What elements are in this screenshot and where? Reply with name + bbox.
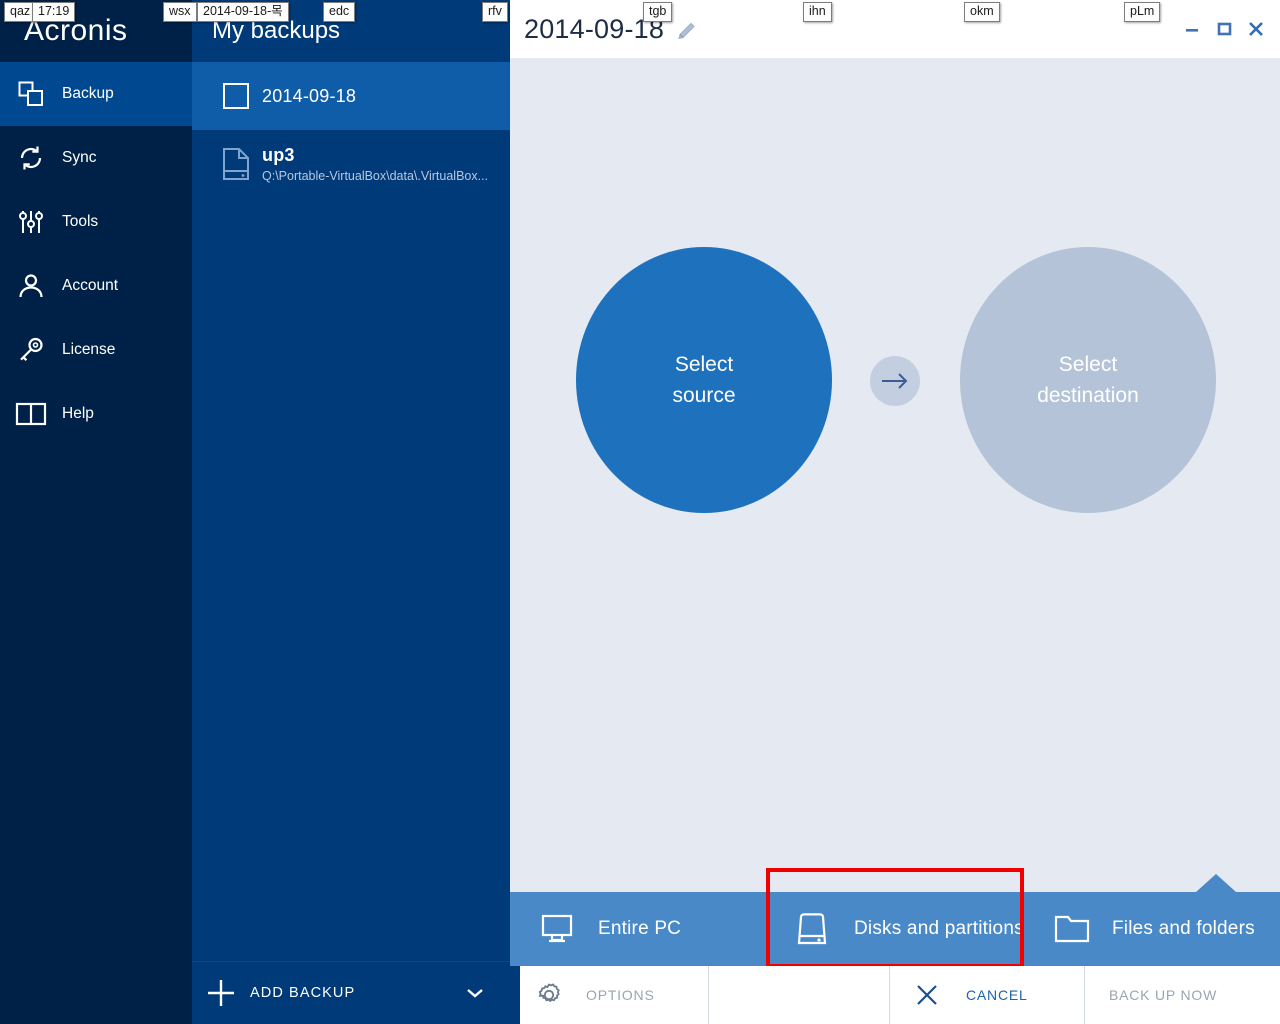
backup-list-panel: My backups 2014-09-18 up3 Q:\Portable-Vi…	[192, 0, 510, 1024]
list-item[interactable]: 2014-09-18	[192, 62, 510, 130]
add-backup-button[interactable]: ADD BACKUP	[192, 961, 510, 1024]
add-backup-label: ADD BACKUP	[250, 985, 356, 1001]
sidebar-item-label: Account	[62, 277, 119, 294]
list-item-title: up3	[262, 145, 295, 165]
window-controls	[1176, 0, 1272, 58]
list-item[interactable]: up3 Q:\Portable-VirtualBox\data\.Virtual…	[192, 130, 510, 198]
select-source-circle[interactable]: Select source	[576, 247, 832, 513]
sidebar-item-help[interactable]: Help	[0, 382, 192, 446]
backup-stage: Select source Select destination	[510, 58, 1280, 904]
overlay-tag: tgb	[643, 2, 673, 22]
close-icon[interactable]	[1240, 14, 1272, 44]
source-toolbar: Entire PC Disks and partitions Files and…	[510, 892, 1280, 966]
backup-list: 2014-09-18 up3 Q:\Portable-VirtualBox\da…	[192, 62, 510, 198]
cancel-label: CANCEL	[966, 987, 1028, 1003]
source-option-label: Entire PC	[598, 918, 682, 939]
gear-icon	[534, 980, 586, 1010]
content-area: 2014-09-18 Select source Select destinat…	[510, 0, 1280, 1024]
sidebar-item-tools[interactable]: Tools	[0, 190, 192, 254]
sidebar-item-account[interactable]: Account	[0, 254, 192, 318]
options-label: OPTIONS	[586, 987, 655, 1003]
document-icon	[210, 147, 262, 181]
acronis-window: Acronis Backup Sync Tools Account Licens…	[0, 0, 1280, 1024]
back-up-now-button[interactable]: BACK UP NOW	[1085, 966, 1280, 1024]
arrow-right-icon	[870, 356, 920, 406]
select-destination-line1: Select	[1058, 353, 1118, 376]
folder-icon	[1054, 914, 1112, 944]
left-nav: Acronis Backup Sync Tools Account Licens…	[0, 0, 192, 1024]
sidebar-item-label: Sync	[62, 149, 97, 166]
overlay-tag: ihn	[803, 2, 832, 22]
content-header: 2014-09-18	[510, 0, 1280, 58]
account-icon	[0, 271, 62, 301]
maximize-icon[interactable]	[1208, 14, 1240, 44]
backup-icon	[0, 80, 62, 108]
select-destination-line2: destination	[1037, 384, 1139, 407]
sidebar-item-label: Tools	[62, 213, 99, 230]
source-option-disks-and-partitions[interactable]: Disks and partitions	[766, 892, 1024, 966]
sidebar-item-label: License	[62, 341, 116, 358]
hard-disk-icon	[796, 911, 854, 947]
select-destination-circle[interactable]: Select destination	[960, 247, 1216, 513]
back-up-now-label: BACK UP NOW	[1109, 987, 1218, 1003]
sidebar-item-sync[interactable]: Sync	[0, 126, 192, 190]
overlay-tag: wsx	[163, 2, 197, 22]
source-option-label: Files and folders	[1112, 918, 1255, 939]
page-title: 2014-09-18	[524, 13, 665, 44]
sidebar-item-label: Help	[62, 405, 94, 422]
source-option-entire-pc[interactable]: Entire PC	[510, 892, 766, 966]
sidebar-item-license[interactable]: License	[0, 318, 192, 382]
overlay-tag: 17:19	[32, 2, 76, 22]
pencil-icon[interactable]	[676, 21, 698, 43]
options-button[interactable]: OPTIONS	[510, 966, 709, 1024]
bottom-bar-spacer	[709, 966, 890, 1024]
plus-icon	[192, 978, 250, 1008]
nav-list: Backup Sync Tools Account License Help	[0, 62, 192, 446]
minimize-icon[interactable]	[1176, 14, 1208, 44]
list-item-title: 2014-09-18	[262, 86, 357, 106]
close-x-icon	[914, 982, 966, 1008]
help-book-icon	[0, 401, 62, 427]
cancel-button[interactable]: CANCEL	[890, 966, 1085, 1024]
license-key-icon	[0, 335, 62, 365]
source-option-files-and-folders[interactable]: Files and folders	[1024, 892, 1280, 966]
sidebar-item-backup[interactable]: Backup	[0, 62, 192, 126]
checkbox-icon[interactable]	[210, 83, 262, 109]
source-option-label: Disks and partitions	[854, 918, 1024, 939]
select-source-line2: source	[672, 384, 736, 407]
overlay-tag: okm	[964, 2, 1000, 22]
select-source-line1: Select	[674, 353, 734, 376]
chevron-down-icon[interactable]	[466, 987, 484, 999]
list-item-path: Q:\Portable-VirtualBox\data\.VirtualBox.…	[262, 169, 489, 183]
overlay-tag: edc	[323, 2, 356, 22]
overlay-tag: pLm	[1124, 2, 1161, 22]
sidebar-item-label: Backup	[62, 85, 114, 102]
source-toolbar-pointer	[1196, 874, 1236, 892]
bottom-action-bar: OPTIONS CANCEL BACK UP NOW	[510, 966, 1280, 1024]
overlay-tag: 2014-09-18-목	[197, 2, 289, 22]
tools-icon	[0, 207, 62, 237]
bottom-bar-left-stub	[510, 966, 520, 1024]
monitor-icon	[540, 913, 598, 945]
sync-icon	[0, 143, 62, 173]
overlay-tag: rfv	[482, 2, 508, 22]
